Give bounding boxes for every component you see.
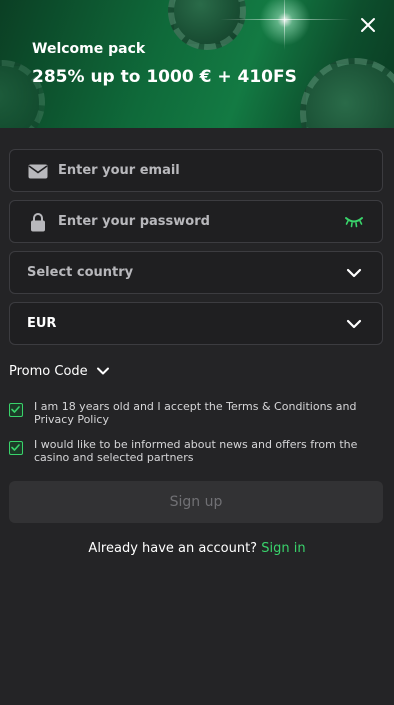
country-select[interactable]: Select country bbox=[9, 251, 383, 294]
sign-up-button[interactable]: Sign up bbox=[9, 481, 383, 523]
envelope-icon bbox=[28, 164, 48, 179]
welcome-pack-label: Welcome pack bbox=[32, 41, 146, 57]
close-icon bbox=[361, 18, 375, 32]
terms-consent-text: I am 18 years old and I accept the Terms… bbox=[34, 400, 357, 426]
chevron-down-icon bbox=[346, 268, 362, 278]
newsletter-checkbox[interactable] bbox=[9, 441, 23, 455]
poker-chip-decoration bbox=[300, 58, 394, 128]
terms-checkbox[interactable] bbox=[9, 403, 23, 417]
eye-closed-icon[interactable] bbox=[344, 216, 364, 228]
promo-code-toggle[interactable]: Promo Code bbox=[9, 362, 110, 380]
chevron-down-icon bbox=[346, 319, 362, 329]
lock-icon bbox=[31, 213, 45, 232]
currency-value: EUR bbox=[27, 316, 57, 331]
welcome-banner: Welcome pack 285% up to 1000 € + 410FS bbox=[0, 0, 394, 128]
currency-select[interactable]: EUR bbox=[9, 302, 383, 345]
country-placeholder: Select country bbox=[27, 265, 134, 280]
email-placeholder: Enter your email bbox=[58, 163, 180, 178]
poker-chip-decoration bbox=[168, 0, 246, 50]
sign-in-prompt: Already have an account? Sign in bbox=[0, 541, 394, 556]
sparkle-decoration bbox=[255, 0, 315, 50]
password-field[interactable]: Enter your password bbox=[9, 200, 383, 243]
chevron-down-icon bbox=[96, 367, 109, 375]
newsletter-consent-text: I would like to be informed about news a… bbox=[34, 438, 358, 464]
checkmark-icon bbox=[11, 444, 20, 451]
password-placeholder: Enter your password bbox=[58, 214, 210, 229]
close-button[interactable] bbox=[358, 15, 378, 35]
email-field[interactable]: Enter your email bbox=[9, 149, 383, 192]
bonus-offer-title: 285% up to 1000 € + 410FS bbox=[32, 67, 297, 87]
sign-up-label: Sign up bbox=[169, 494, 223, 510]
account-prompt-text: Already have an account? bbox=[88, 541, 258, 556]
checkmark-icon bbox=[11, 406, 20, 413]
sign-in-link[interactable]: Sign in bbox=[261, 541, 305, 556]
promo-code-label: Promo Code bbox=[9, 363, 88, 379]
